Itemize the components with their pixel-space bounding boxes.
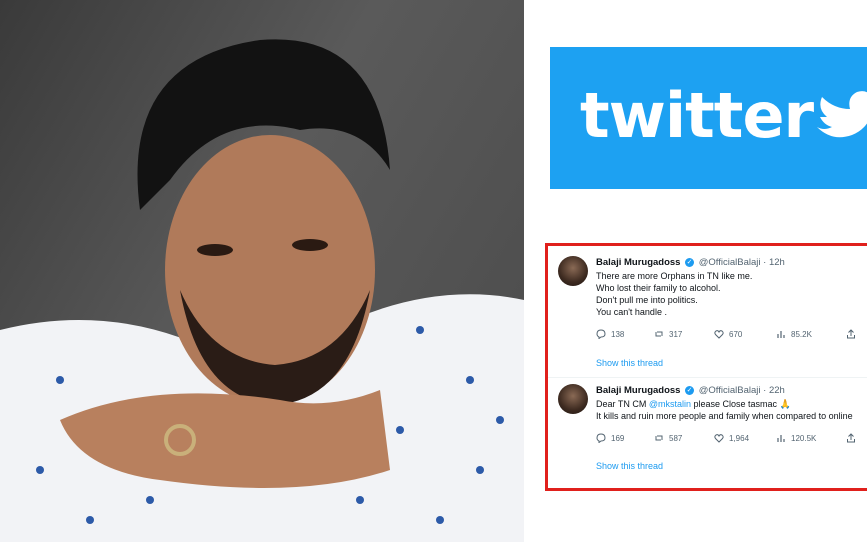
tweet-actions: 169 587 1,964 120.5K — [596, 433, 867, 447]
avatar[interactable] — [558, 256, 588, 286]
author-handle[interactable]: @OfficialBalaji — [699, 257, 761, 268]
tweet-text: Dear TN CM — [596, 399, 649, 409]
like-button[interactable]: 670 — [714, 329, 742, 339]
reply-icon — [596, 329, 606, 339]
heart-icon — [714, 434, 724, 443]
share-button[interactable] — [846, 329, 856, 339]
author-name[interactable]: Balaji Murugadoss — [596, 385, 680, 396]
views-count: 120.5K — [791, 433, 817, 443]
reply-button[interactable]: 169 — [596, 433, 624, 443]
author-handle[interactable]: @OfficialBalaji — [699, 385, 761, 396]
tweet-time[interactable]: · 12h — [763, 257, 785, 268]
tweet-divider — [548, 377, 867, 378]
author-name[interactable]: Balaji Murugadoss — [596, 257, 680, 268]
tweet-time[interactable]: · 22h — [763, 385, 785, 396]
share-button[interactable] — [846, 433, 856, 443]
avatar[interactable] — [558, 384, 588, 414]
twitter-bird-icon — [817, 91, 867, 138]
like-button[interactable]: 1,964 — [714, 433, 749, 443]
tweet-text-line: Dear TN CM @mkstalin please Close tasmac… — [596, 398, 791, 410]
actor-portrait-illustration — [0, 39, 524, 542]
views-chart-icon — [777, 435, 785, 442]
tweet-text: please Close tasmac 🙏 — [691, 399, 791, 409]
tweet-header: Balaji Murugadoss ✓ @OfficialBalaji · 22… — [596, 385, 785, 396]
retweet-count: 317 — [669, 329, 683, 339]
twitter-banner: twitter — [550, 47, 867, 189]
retweet-button[interactable]: 317 — [654, 329, 682, 339]
tweet-text-line: There are more Orphans in TN like me. — [596, 271, 753, 281]
reply-button[interactable]: 138 — [596, 329, 624, 339]
tweet-header: Balaji Murugadoss ✓ @OfficialBalaji · 12… — [596, 257, 785, 268]
retweet-count: 587 — [669, 433, 683, 443]
retweet-icon — [655, 435, 663, 441]
share-icon — [847, 329, 855, 339]
tweet-actions: 138 317 670 85.2K — [596, 329, 867, 343]
tweet-text-line: It kills and ruin more people and family… — [596, 411, 853, 421]
views-count: 85.2K — [791, 329, 812, 339]
like-count: 670 — [729, 329, 743, 339]
heart-icon — [714, 330, 724, 339]
verified-badge-icon: ✓ — [685, 257, 695, 267]
views-button[interactable]: 120.5K — [776, 433, 816, 443]
show-thread-link[interactable]: Show this thread — [596, 358, 663, 368]
mention-link[interactable]: @mkstalin — [649, 399, 691, 409]
actor-photo — [0, 0, 524, 542]
views-chart-icon — [777, 331, 785, 338]
twitter-logo-text: twitter — [580, 79, 814, 152]
tweet-text-line: Don't pull me into politics. — [596, 295, 698, 305]
verified-badge-icon: ✓ — [685, 385, 695, 395]
reply-count: 169 — [611, 433, 625, 443]
tweet-text-line: Who lost their family to alcohol. — [596, 283, 721, 293]
tweet-text-line: You can't handle . — [596, 307, 667, 317]
reply-count: 138 — [611, 329, 625, 339]
share-icon — [847, 433, 855, 443]
views-button[interactable]: 85.2K — [776, 329, 812, 339]
like-count: 1,964 — [729, 433, 750, 443]
retweet-icon — [655, 331, 663, 337]
show-thread-link[interactable]: Show this thread — [596, 461, 663, 471]
reply-icon — [596, 433, 606, 443]
retweet-button[interactable]: 587 — [654, 433, 682, 443]
tweets-highlight-box: Balaji Murugadoss ✓ @OfficialBalaji · 12… — [545, 243, 867, 491]
